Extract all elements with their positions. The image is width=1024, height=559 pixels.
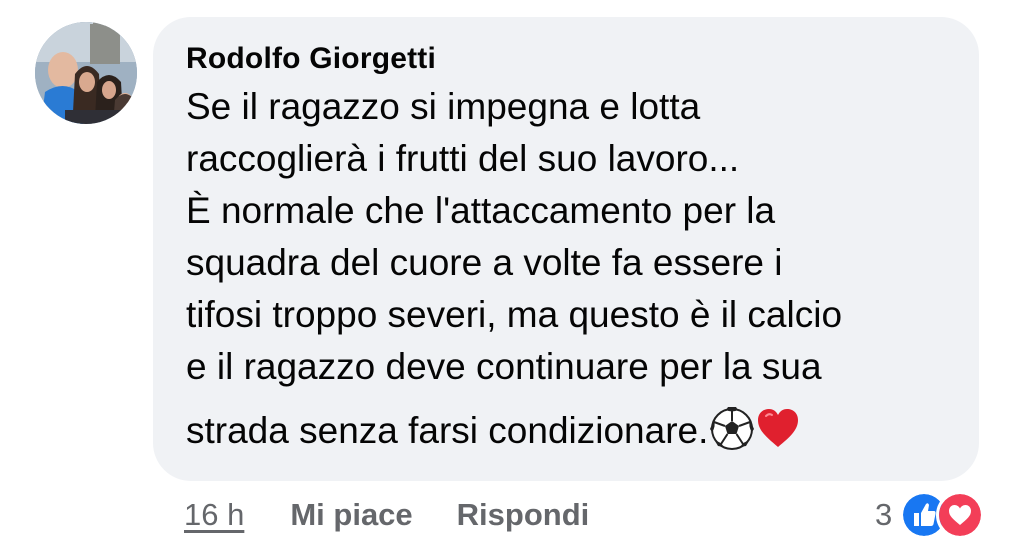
comment-line: strada senza farsi condizionare. — [186, 410, 709, 451]
comment-author[interactable]: Rodolfo Giorgetti — [186, 41, 959, 77]
comment-line-last: strada senza farsi condizionare. — [186, 405, 959, 457]
comment: Rodolfo Giorgetti Se il ragazzo si impeg… — [0, 0, 1024, 559]
comment-line: Se il ragazzo si impegna e lotta — [186, 86, 701, 127]
comment-actions: 16 h Mi piace Rispondi — [184, 495, 589, 535]
comment-line: e il ragazzo deve continuare per la sua — [186, 346, 822, 387]
avatar[interactable] — [35, 22, 137, 124]
soccer-ball-icon — [710, 407, 755, 450]
comment-line: È normale che l'attaccamento per la — [186, 190, 776, 231]
love-reaction-icon — [936, 491, 985, 539]
like-button[interactable]: Mi piace — [290, 497, 412, 533]
reaction-count: 3 — [875, 497, 893, 532]
red-heart-icon — [758, 409, 799, 447]
reply-button[interactable]: Rispondi — [457, 497, 590, 533]
reactions-summary[interactable]: 3 — [875, 491, 985, 539]
comment-bubble: Rodolfo Giorgetti Se il ragazzo si impeg… — [153, 17, 979, 481]
comment-timestamp[interactable]: 16 h — [184, 497, 244, 533]
comment-text: Se il ragazzo si impegna e lotta raccogl… — [186, 81, 959, 457]
comment-line: squadra del cuore a volte fa essere i — [186, 242, 783, 283]
comment-line: tifosi troppo severi, ma questo è il cal… — [186, 294, 843, 335]
avatar-photo — [35, 22, 137, 124]
comment-line: raccoglierà i frutti del suo lavoro... — [186, 138, 740, 179]
